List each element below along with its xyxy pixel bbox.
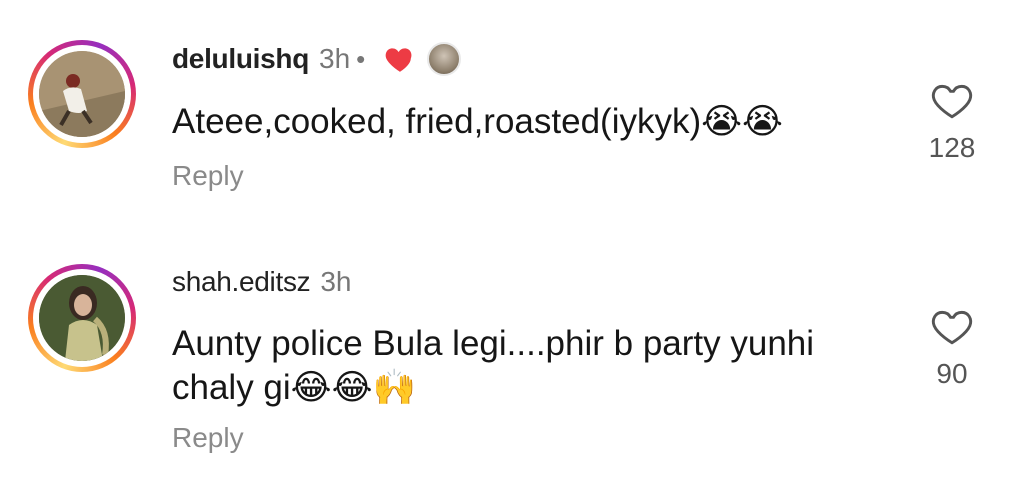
separator-dot: • — [356, 43, 366, 74]
creator-avatar — [427, 42, 462, 76]
like-count: 90 — [936, 358, 968, 389]
timestamp: 3h — [319, 43, 351, 74]
comment-text-line: Aunty police Bula legi....phir b party y… — [172, 324, 815, 363]
comment-item: deluluishq 3h • Ateee,cooked, fried,roas… — [0, 0, 1024, 230]
comment-item: shah.editsz 3h Aunty police Bula legi...… — [0, 230, 1024, 485]
avatar-story-ring[interactable] — [28, 40, 136, 148]
reply-button[interactable]: Reply — [172, 422, 244, 454]
username[interactable]: deluluishq — [172, 43, 309, 75]
comment-meta: shah.editsz 3h — [172, 266, 352, 298]
like-count: 128 — [928, 132, 976, 163]
avatar-story-ring[interactable] — [28, 264, 136, 372]
heart-outline-icon[interactable] — [930, 306, 974, 346]
avatar[interactable] — [39, 51, 125, 137]
username[interactable]: shah.editsz — [172, 266, 311, 298]
timestamp: 3h — [320, 266, 352, 297]
comment-text: Ateee,cooked, fried,roasted(iykyk)😭😭 — [172, 102, 783, 141]
like-control[interactable]: 128 — [912, 80, 992, 164]
comment-text: Aunty police Bula legi....phir b party y… — [172, 322, 892, 410]
heart-filled-icon — [385, 48, 412, 72]
heart-outline-icon[interactable] — [930, 80, 974, 120]
comment-meta: deluluishq 3h • — [172, 42, 462, 76]
comment-text-line: chaly gi😂😂🙌 — [172, 368, 417, 407]
reply-button[interactable]: Reply — [172, 160, 244, 192]
avatar[interactable] — [39, 275, 125, 361]
like-control[interactable]: 90 — [912, 306, 992, 390]
